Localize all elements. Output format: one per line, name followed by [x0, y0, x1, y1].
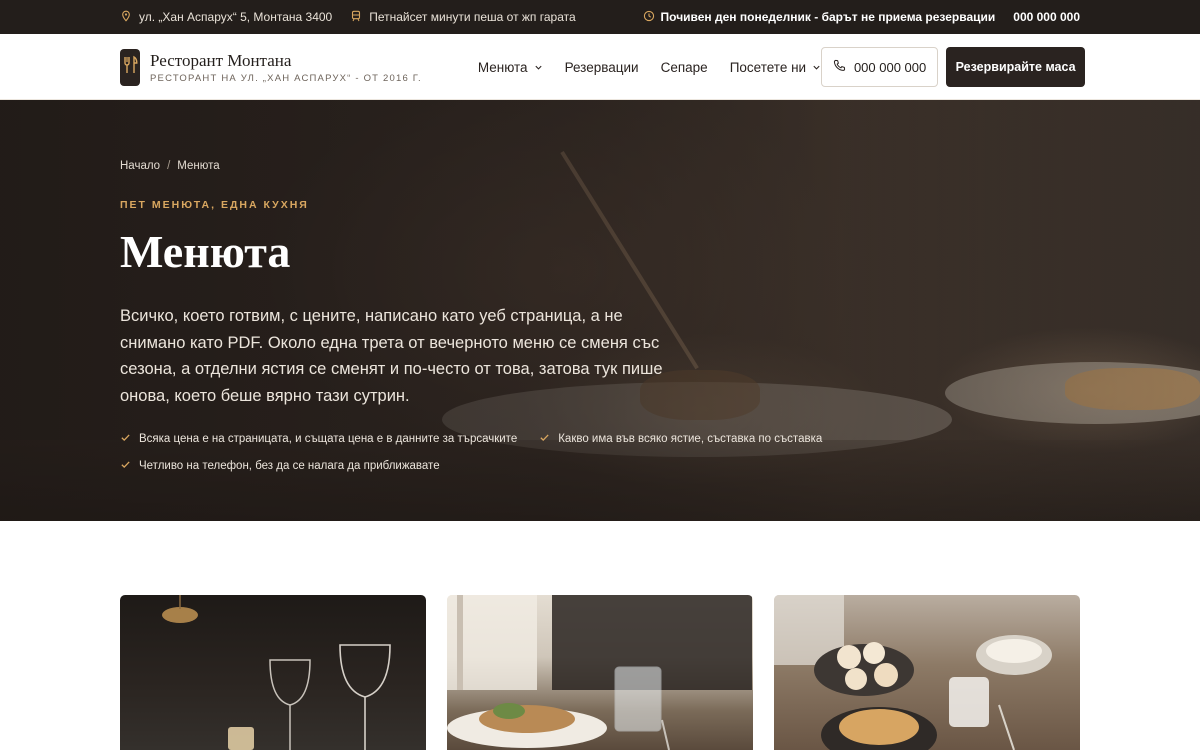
hero-eyebrow: ПЕТ МЕНЮТА, ЕДНА КУХНЯ: [120, 199, 309, 211]
hero-lead: Всичко, което готвим, с цените, написано…: [120, 307, 663, 405]
walk-info: Петнайсет минути пеша от жп гарата: [350, 10, 576, 25]
hero-content: Начало / Менюта ПЕТ МЕНЮТА, ЕДНА КУХНЯ М…: [120, 100, 1080, 521]
menu-card[interactable]: [447, 595, 753, 750]
nav-item-menus[interactable]: Менюта: [478, 60, 543, 75]
hero-section: Начало / Менюта ПЕТ МЕНЮТА, ЕДНА КУХНЯ М…: [0, 100, 1200, 521]
feature-list: Всяка цена е на страницата, и същата цен…: [120, 432, 840, 473]
notice-text: Почивен ден понеделник - барът не приема…: [660, 10, 996, 24]
brand[interactable]: Ресторант Монтана РЕСТОРАНТ НА УЛ. „ХАН …: [150, 51, 422, 84]
menu-card-image: [774, 595, 1052, 750]
clock-icon: [643, 10, 655, 25]
menu-card-image: [162, 595, 391, 750]
feature-item: Четливо на телефон, без да се налага да …: [120, 459, 440, 473]
menu-cards: [120, 595, 1080, 750]
page-title: Менюта: [120, 226, 291, 277]
nav-item-visit-us[interactable]: Посетете ни: [730, 60, 821, 75]
feature-item-text: Четливо на телефон, без да се налага да …: [139, 460, 440, 472]
check-icon: [539, 432, 550, 446]
phone-icon: [833, 59, 846, 75]
nav-item-private-room-label: Сепаре: [660, 59, 708, 75]
main-nav: Менюта Резервации Сепаре Посетете ни: [478, 60, 821, 75]
header-actions: 000 000 000 Резервирайте маса: [821, 47, 1086, 87]
chevron-down-icon: [534, 60, 543, 75]
menu-card-image: [447, 595, 752, 750]
reserve-table-button[interactable]: Резервирайте маса: [946, 47, 1086, 87]
feature-item: Какво има във всяко ястие, съставка по с…: [539, 432, 822, 446]
phone-button-label: 000 000 000: [853, 59, 927, 75]
cutlery-icon: [120, 55, 140, 80]
feature-item-text: Какво има във всяко ястие, съставка по с…: [558, 433, 823, 445]
phone-button[interactable]: 000 000 000: [821, 47, 939, 87]
menu-card[interactable]: [774, 595, 1080, 750]
brand-name: Ресторант Монтана: [150, 50, 292, 70]
nav-item-reservations[interactable]: Резервации: [565, 60, 639, 75]
nav-item-reservations-label: Резервации: [564, 59, 639, 75]
feature-item-text: Всяка цена е на страницата, и същата цен…: [139, 433, 518, 445]
nav-item-visit-us-label: Посетете ни: [729, 59, 807, 75]
walk-text: Петнайсет минути пеша от жп гарата: [369, 10, 576, 24]
breadcrumb-separator: /: [167, 160, 171, 172]
breadcrumb-home[interactable]: Начало: [120, 160, 160, 172]
breadcrumb: Начало / Менюта: [120, 160, 220, 172]
brand-tagline: РЕСТОРАНТ НА УЛ. „ХАН АСПАРУХ“ - ОТ 2016…: [150, 72, 422, 84]
notice-info: Почивен ден понеделник - барът не приема…: [643, 10, 1080, 25]
logo[interactable]: [120, 48, 140, 86]
site-header: Ресторант Монтана РЕСТОРАНТ НА УЛ. „ХАН …: [0, 34, 1200, 100]
menu-card[interactable]: [120, 595, 426, 750]
address-info: ул. „Хан Аспарух“ 5, Монтана 3400: [120, 10, 332, 25]
nav-item-menus-label: Менюта: [477, 59, 528, 75]
topbar-phone[interactable]: 000 000 000: [1013, 10, 1080, 24]
chevron-down-icon: [812, 60, 821, 75]
map-pin-icon: [120, 10, 132, 25]
top-info-bar: ул. „Хан Аспарух“ 5, Монтана 3400 Петнай…: [0, 0, 1200, 34]
breadcrumb-current: Менюта: [177, 160, 220, 172]
nav-item-private-room[interactable]: Сепаре: [661, 60, 708, 75]
check-icon: [120, 432, 131, 446]
feature-item: Всяка цена е на страницата, и същата цен…: [120, 432, 517, 446]
address-text: ул. „Хан Аспарух“ 5, Монтана 3400: [139, 10, 333, 24]
check-icon: [120, 459, 131, 473]
train-icon: [350, 10, 362, 25]
